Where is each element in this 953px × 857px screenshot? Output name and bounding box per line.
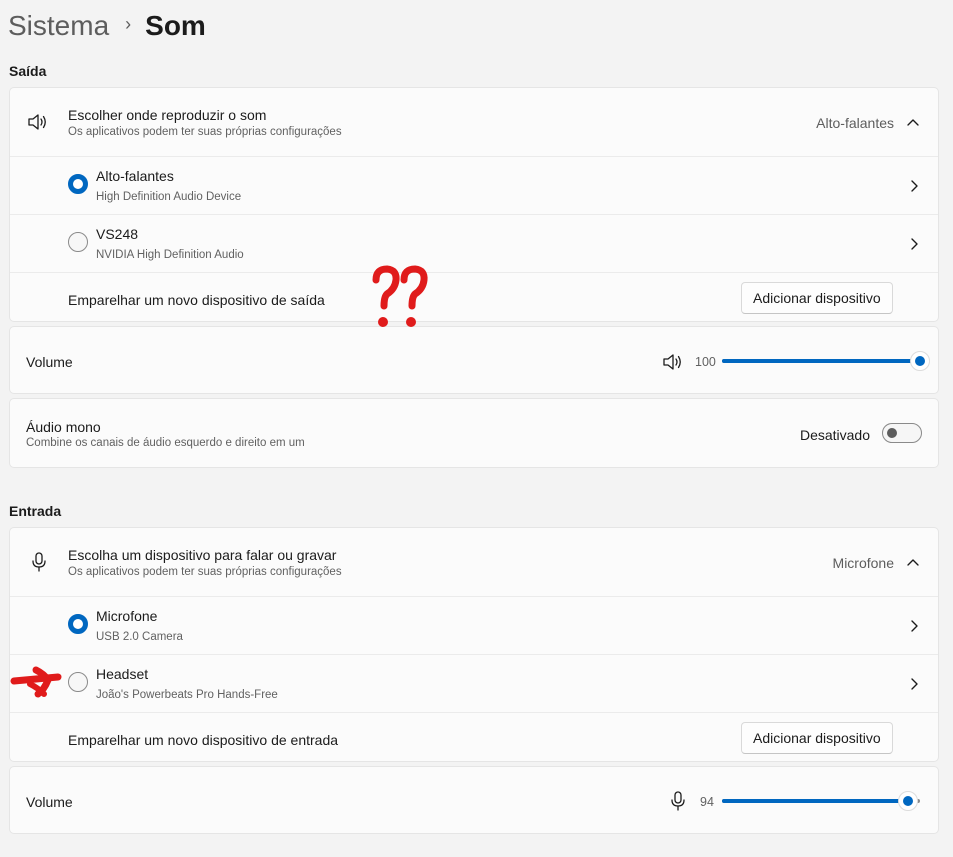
output-device-name: Alto-falantes	[96, 168, 174, 184]
add-output-device-button[interactable]: Adicionar dispositivo	[741, 282, 893, 314]
input-chooser-subtitle: Os aplicativos podem ter suas próprias c…	[68, 566, 342, 578]
input-device-detail: João's Powerbeats Pro Hands-Free	[96, 689, 278, 701]
input-chooser-title: Escolha um dispositivo para falar ou gra…	[68, 547, 337, 563]
output-device-radio[interactable]	[68, 232, 88, 252]
input-device-detail: USB 2.0 Camera	[96, 631, 183, 643]
microphone-icon[interactable]	[670, 790, 686, 812]
input-device-name: Microfone	[96, 608, 158, 624]
input-selected-device: Microfone	[832, 555, 894, 571]
input-volume-fill	[722, 799, 909, 803]
mono-audio-state: Desativado	[799, 427, 870, 443]
output-pair-row: Emparelhar um novo dispositivo de saída …	[10, 272, 938, 322]
input-device-name: Headset	[96, 666, 149, 682]
output-volume-card: Volume 100	[9, 326, 939, 394]
output-volume-label: Volume	[26, 354, 73, 370]
output-device-card: Escolher onde reproduzir o som Os aplica…	[9, 87, 939, 322]
input-volume-thumb[interactable]	[898, 791, 919, 811]
chevron-right-icon[interactable]	[909, 237, 919, 251]
pointing-hand-annotation	[10, 666, 62, 698]
input-pair-row: Emparelhar um novo dispositivo de entrad…	[10, 712, 938, 762]
output-device-row[interactable]: VS248 NVIDIA High Definition Audio	[10, 214, 938, 272]
output-device-radio[interactable]	[68, 174, 88, 194]
chevron-up-icon[interactable]	[906, 117, 920, 127]
output-chooser-title: Escolher onde reproduzir o som	[68, 107, 267, 123]
output-device-row[interactable]: Alto-falantes High Definition Audio Devi…	[10, 156, 938, 214]
speaker-icon	[28, 114, 46, 130]
speaker-icon[interactable]	[662, 353, 684, 371]
add-input-device-button[interactable]: Adicionar dispositivo	[741, 722, 893, 754]
output-volume-thumb[interactable]	[910, 351, 930, 371]
output-device-detail: High Definition Audio Device	[96, 191, 242, 203]
output-chooser-subtitle: Os aplicativos podem ter suas próprias c…	[68, 126, 342, 138]
page-title: Som	[145, 10, 206, 41]
microphone-icon	[32, 552, 46, 572]
chevron-right-icon[interactable]	[909, 619, 919, 633]
input-pair-label: Emparelhar um novo dispositivo de entrad…	[68, 732, 339, 748]
chevron-up-icon[interactable]	[906, 557, 920, 567]
input-volume-card: Volume 94	[9, 766, 939, 834]
output-volume-slider[interactable]	[722, 351, 930, 371]
input-volume-label: Volume	[26, 794, 73, 810]
chevron-right-icon[interactable]	[909, 179, 919, 193]
output-volume-fill	[722, 359, 920, 363]
input-device-radio[interactable]	[68, 672, 88, 692]
breadcrumb-parent-link[interactable]: Sistema	[8, 10, 109, 42]
input-volume-slider[interactable]	[722, 791, 920, 811]
breadcrumb: Sistema › Som	[8, 6, 206, 46]
output-volume-value: 100	[695, 355, 716, 369]
input-device-radio[interactable]	[68, 614, 88, 634]
input-chooser-header[interactable]: Escolha um dispositivo para falar ou gra…	[10, 528, 938, 596]
question-marks-annotation	[372, 265, 428, 327]
output-section-title: Saída	[9, 63, 47, 79]
input-device-row[interactable]: Microfone USB 2.0 Camera	[10, 596, 938, 654]
input-section-title: Entrada	[9, 503, 62, 519]
mono-audio-title: Áudio mono	[26, 419, 101, 435]
input-device-card: Escolha um dispositivo para falar ou gra…	[9, 527, 939, 762]
breadcrumb-separator: ›	[125, 13, 132, 34]
output-chooser-header[interactable]: Escolher onde reproduzir o som Os aplica…	[10, 88, 938, 156]
output-device-detail: NVIDIA High Definition Audio	[96, 249, 244, 261]
mono-audio-card: Áudio mono Combine os canais de áudio es…	[9, 398, 939, 468]
mono-audio-subtitle: Combine os canais de áudio esquerdo e di…	[26, 437, 305, 449]
output-pair-label: Emparelhar um novo dispositivo de saída	[68, 292, 325, 308]
input-volume-value: 94	[700, 795, 714, 809]
mono-audio-toggle[interactable]	[882, 423, 922, 443]
output-selected-device: Alto-falantes	[816, 115, 894, 131]
output-device-name: VS248	[96, 226, 139, 242]
chevron-right-icon[interactable]	[909, 677, 919, 691]
input-device-row[interactable]: Headset João's Powerbeats Pro Hands-Free	[10, 654, 938, 712]
